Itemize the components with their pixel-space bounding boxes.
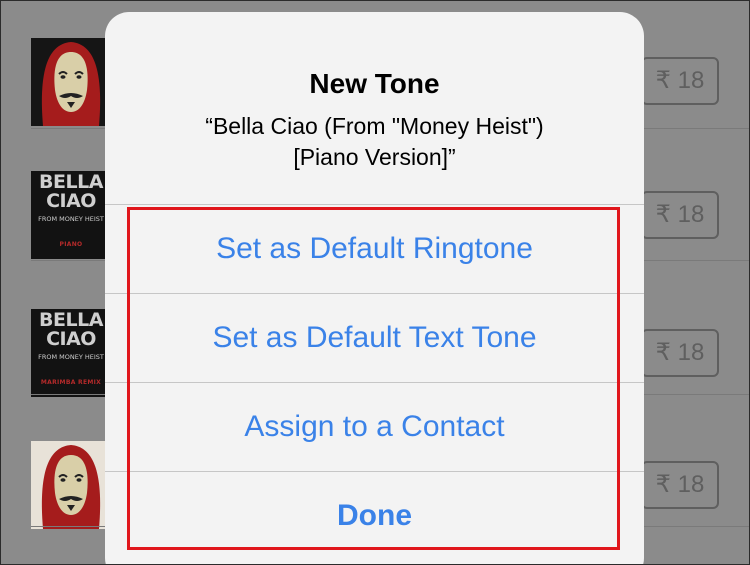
artwork-title: BELLA CIAO	[39, 171, 103, 212]
mask-artwork-icon	[31, 441, 111, 529]
artwork-title: BELLA CIAO	[39, 309, 103, 350]
album-artwork	[31, 38, 111, 126]
album-artwork	[31, 441, 111, 529]
price-button[interactable]: ₹ 18	[641, 329, 719, 377]
alert-message: “Bella Ciao (From "Money Heist") [Piano V…	[205, 113, 544, 170]
screen: ₹ 18 BELLA CIAO FROM MONEY HEIST PIANO ₹ …	[0, 0, 750, 565]
price-button[interactable]: ₹ 18	[641, 191, 719, 239]
artwork-subtitle: FROM MONEY HEIST	[38, 215, 104, 223]
alert-title: New Tone	[309, 68, 440, 99]
album-artwork: BELLA CIAO FROM MONEY HEIST PIANO	[31, 171, 111, 259]
artwork-tag: PIANO	[59, 241, 83, 248]
price-button[interactable]: ₹ 18	[641, 461, 719, 509]
mask-artwork-icon	[31, 38, 111, 126]
artwork-subtitle: FROM MONEY HEIST	[38, 353, 104, 361]
price-button[interactable]: ₹ 18	[641, 57, 719, 105]
album-artwork: BELLA CIAO FROM MONEY HEIST MARIMBA REMIX	[31, 309, 111, 397]
artwork-tag: MARIMBA REMIX	[40, 379, 102, 386]
highlight-annotation	[127, 207, 620, 550]
